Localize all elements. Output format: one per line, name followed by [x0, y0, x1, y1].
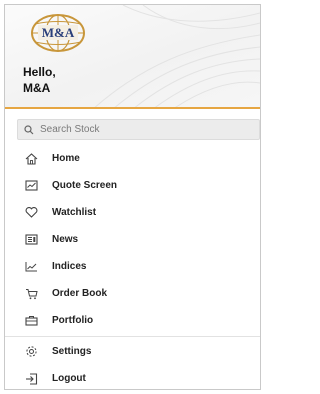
menu-list: Home Quote Screen Watchlist News Indices: [5, 145, 260, 389]
menu-item-watchlist[interactable]: Watchlist: [5, 199, 260, 226]
menu-divider: [5, 336, 260, 337]
cart-icon: [22, 285, 40, 303]
username-label: M&A: [23, 81, 51, 95]
search-bar[interactable]: [17, 119, 260, 140]
menu-item-portfolio[interactable]: Portfolio: [5, 307, 260, 334]
menu-item-order-book[interactable]: Order Book: [5, 280, 260, 307]
menu-item-quote-screen[interactable]: Quote Screen: [5, 172, 260, 199]
side-drawer: M&A Hello, M&A Home Quote Screen: [4, 4, 261, 390]
menu-item-label: News: [52, 234, 79, 245]
gear-icon: [22, 343, 40, 361]
search-icon: [18, 124, 40, 135]
menu-item-label: Settings: [52, 346, 92, 357]
news-icon: [22, 231, 40, 249]
line-chart-icon: [22, 258, 40, 276]
menu-item-label: Portfolio: [52, 315, 94, 326]
search-input[interactable]: [40, 124, 240, 135]
home-icon: [22, 150, 40, 168]
brand-logo: M&A: [27, 13, 89, 53]
menu-item-label: Home: [52, 153, 80, 164]
heart-icon: [22, 204, 40, 222]
menu-item-indices[interactable]: Indices: [5, 253, 260, 280]
logo-text: M&A: [42, 25, 75, 40]
menu-item-label: Indices: [52, 261, 87, 272]
menu-item-label: Order Book: [52, 288, 108, 299]
logout-icon: [22, 370, 40, 388]
briefcase-icon: [22, 312, 40, 330]
menu-item-home[interactable]: Home: [5, 145, 260, 172]
drawer-header: M&A Hello, M&A: [5, 5, 260, 109]
menu-item-label: Quote Screen: [52, 180, 118, 191]
menu-item-label: Logout: [52, 373, 86, 384]
menu-item-news[interactable]: News: [5, 226, 260, 253]
menu-item-settings[interactable]: Settings: [5, 338, 260, 365]
greeting-label: Hello,: [23, 65, 56, 79]
chart-window-icon: [22, 177, 40, 195]
menu-item-logout[interactable]: Logout: [5, 365, 260, 389]
menu-item-label: Watchlist: [52, 207, 97, 218]
